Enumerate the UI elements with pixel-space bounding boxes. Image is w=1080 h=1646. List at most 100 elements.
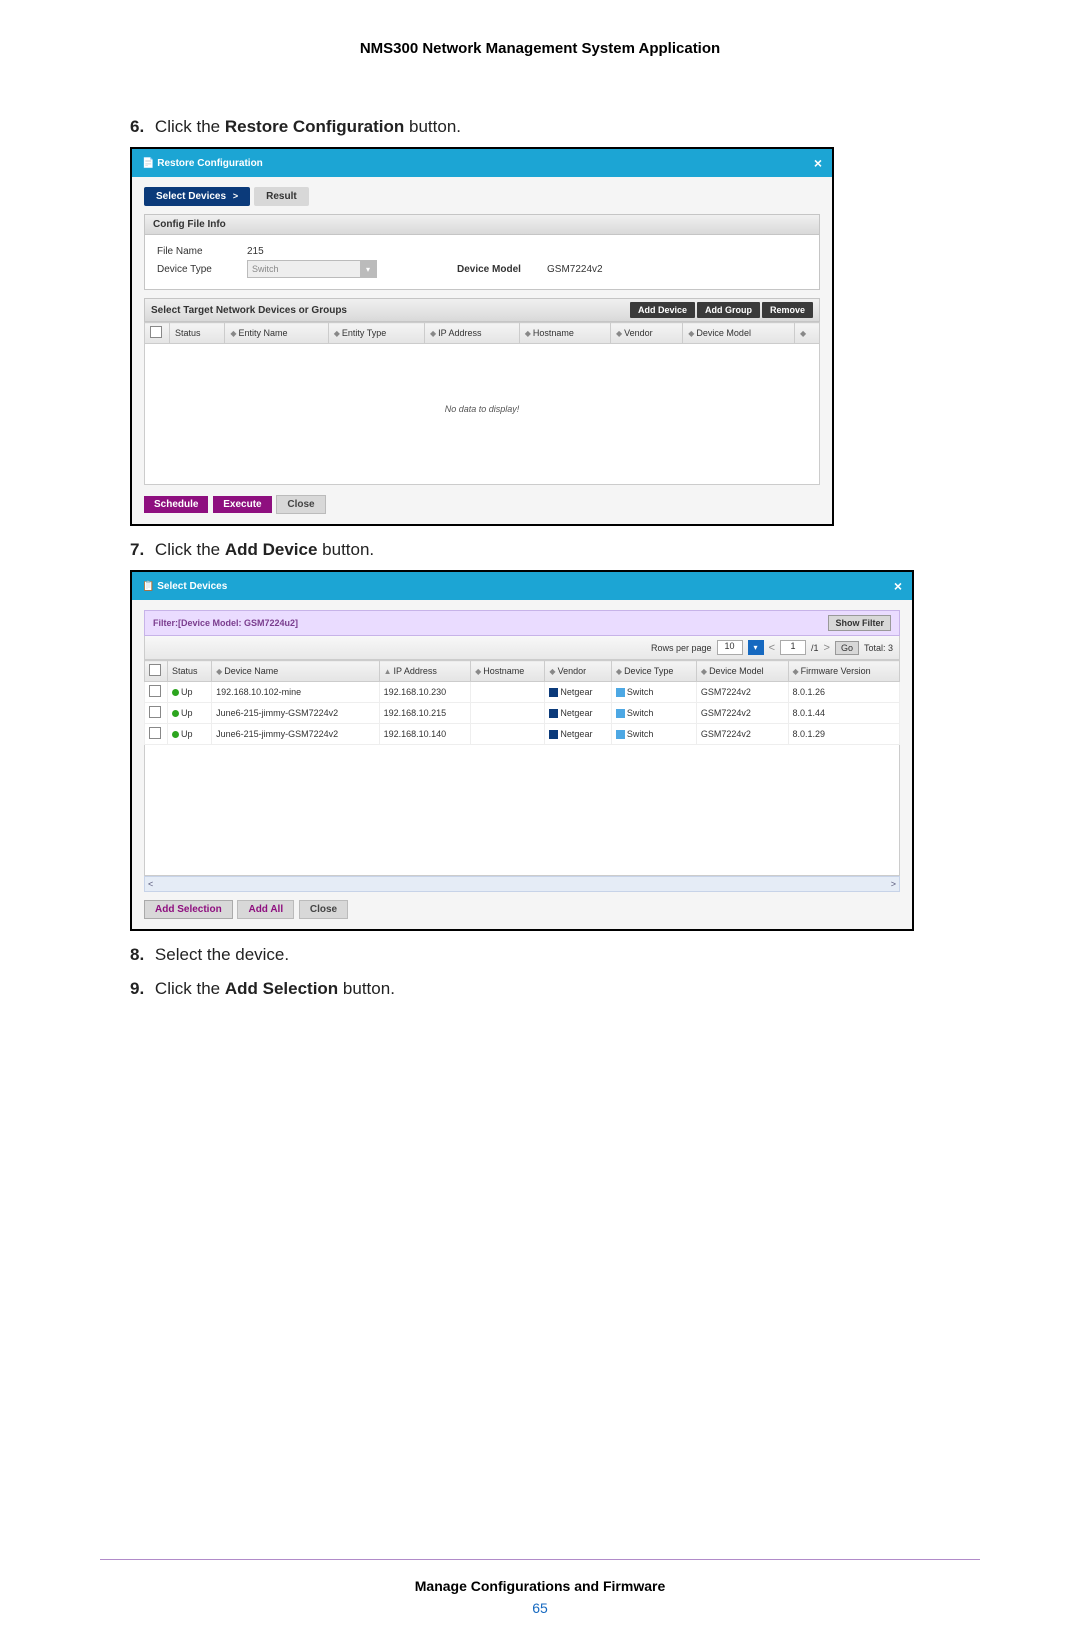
table-empty-area (144, 745, 900, 876)
col-status[interactable]: Status (170, 323, 225, 344)
add-all-button[interactable]: Add All (237, 900, 294, 919)
col-entity-type[interactable]: ◆Entity Type (328, 323, 424, 344)
col-hostname[interactable]: ◆Hostname (519, 323, 610, 344)
device-type-label: Device Type (157, 264, 247, 275)
col-firmware[interactable]: ◆Firmware Version (788, 661, 899, 682)
device-type-value: Switch (248, 264, 360, 274)
step-6-pre: Click the (155, 117, 225, 136)
close-button[interactable]: Close (299, 900, 348, 919)
step-7-number: 7. (130, 540, 144, 559)
add-selection-button[interactable]: Add Selection (144, 900, 233, 919)
show-filter-button[interactable]: Show Filter (828, 615, 891, 631)
step-6-number: 6. (130, 117, 144, 136)
add-group-button[interactable]: Add Group (697, 302, 760, 318)
col-vendor[interactable]: ◆Vendor (610, 323, 682, 344)
device-type-icon (616, 730, 625, 739)
select-all-checkbox[interactable] (150, 326, 162, 338)
remove-button[interactable]: Remove (762, 302, 813, 318)
device-type-icon (616, 709, 625, 718)
total-pages: /1 (811, 643, 819, 653)
col-device-model[interactable]: ◆Device Model (683, 323, 795, 344)
status-up-icon (172, 731, 179, 738)
row-checkbox[interactable] (149, 727, 161, 739)
device-model-value: GSM7224v2 (547, 264, 603, 275)
chevron-down-icon: ▾ (360, 261, 376, 277)
filter-text: Filter:[Device Model: GSM7224u2] (153, 618, 298, 628)
col-extra: ◆ (795, 323, 820, 344)
restore-dialog-title: Restore Configuration (157, 158, 263, 169)
select-devices-dialog: 📋 Select Devices × Filter:[Device Model:… (130, 570, 914, 931)
target-devices-header: Select Target Network Devices or Groups … (144, 298, 820, 322)
go-button[interactable]: Go (835, 641, 859, 655)
chevron-right-icon: > (233, 191, 238, 201)
restore-config-dialog: 📄 Restore Configuration × Select Devices… (130, 147, 834, 526)
prev-page-button[interactable]: < (769, 642, 775, 654)
select-dialog-title: Select Devices (157, 581, 227, 592)
devices-table: Status ◆Device Name ▲IP Address ◆Hostnam… (144, 660, 900, 745)
execute-button[interactable]: Execute (213, 496, 271, 513)
current-page-input[interactable]: 1 (780, 640, 806, 655)
step-8-number: 8. (130, 945, 144, 964)
step-6-bold: Restore Configuration (225, 117, 404, 136)
rows-per-page-label: Rows per page (651, 643, 712, 653)
restore-dialog-header: 📄 Restore Configuration × (132, 149, 832, 177)
pager-bar: Rows per page 10 ▾ < 1 /1 > Go Total: 3 (144, 636, 900, 660)
total-label: Total: 3 (864, 643, 893, 653)
schedule-button[interactable]: Schedule (144, 496, 208, 513)
select-dialog-header: 📋 Select Devices × (132, 572, 912, 600)
col-ip-address[interactable]: ◆IP Address (424, 323, 519, 344)
no-data-message: No data to display! (144, 344, 820, 485)
target-devices-title: Select Target Network Devices or Groups (151, 305, 347, 316)
step-7: 7. Click the Add Device button. (130, 540, 980, 560)
vendor-icon (549, 730, 558, 739)
device-type-select[interactable]: Switch ▾ (247, 260, 377, 278)
scroll-left-icon[interactable]: < (148, 879, 153, 889)
step-7-bold: Add Device (225, 540, 318, 559)
row-checkbox[interactable] (149, 685, 161, 697)
tab-result[interactable]: Result (254, 187, 309, 206)
col-status[interactable]: Status (168, 661, 212, 682)
step-9-post: button. (338, 979, 395, 998)
close-button[interactable]: Close (276, 495, 325, 514)
horizontal-scrollbar[interactable]: < > (144, 876, 900, 892)
col-ip-address[interactable]: ▲IP Address (379, 661, 470, 682)
close-icon[interactable]: × (894, 578, 902, 594)
table-row[interactable]: Up192.168.10.102-mine192.168.10.230Netge… (145, 682, 900, 703)
device-type-icon (616, 688, 625, 697)
status-up-icon (172, 710, 179, 717)
col-device-type[interactable]: ◆Device Type (611, 661, 696, 682)
status-up-icon (172, 689, 179, 696)
step-9-number: 9. (130, 979, 144, 998)
step-6-post: button. (404, 117, 461, 136)
step-8: 8. Select the device. (130, 945, 980, 965)
table-row[interactable]: UpJune6-215-jimmy-GSM7224v2192.168.10.21… (145, 703, 900, 724)
file-name-label: File Name (157, 246, 247, 257)
footer-divider (100, 1559, 980, 1560)
step-6: 6. Click the Restore Configuration butto… (130, 117, 980, 137)
step-8-text: Select the device. (155, 945, 289, 964)
device-model-label: Device Model (457, 264, 547, 275)
config-file-info-header: Config File Info (144, 214, 820, 235)
vendor-icon (549, 688, 558, 697)
file-name-value: 215 (247, 246, 377, 257)
col-device-model[interactable]: ◆Device Model (696, 661, 788, 682)
col-device-name[interactable]: ◆Device Name (212, 661, 380, 682)
tab-select-devices[interactable]: Select Devices > (144, 187, 250, 206)
col-hostname[interactable]: ◆Hostname (471, 661, 545, 682)
col-entity-name[interactable]: ◆Entity Name (225, 323, 328, 344)
col-vendor[interactable]: ◆Vendor (545, 661, 611, 682)
rows-per-page-input[interactable]: 10 (717, 640, 743, 655)
rows-dropdown-icon[interactable]: ▾ (748, 640, 764, 655)
row-checkbox[interactable] (149, 706, 161, 718)
select-all-checkbox[interactable] (149, 664, 161, 676)
step-9: 9. Click the Add Selection button. (130, 979, 980, 999)
scroll-right-icon[interactable]: > (891, 879, 896, 889)
next-page-button[interactable]: > (824, 642, 830, 654)
document-header: NMS300 Network Management System Applica… (100, 40, 980, 57)
add-device-button[interactable]: Add Device (630, 302, 695, 318)
wizard-tabs: Select Devices > Result (144, 187, 820, 206)
table-row[interactable]: UpJune6-215-jimmy-GSM7224v2192.168.10.14… (145, 724, 900, 745)
vendor-icon (549, 709, 558, 718)
close-icon[interactable]: × (814, 155, 822, 171)
tab-select-label: Select Devices (156, 191, 226, 202)
